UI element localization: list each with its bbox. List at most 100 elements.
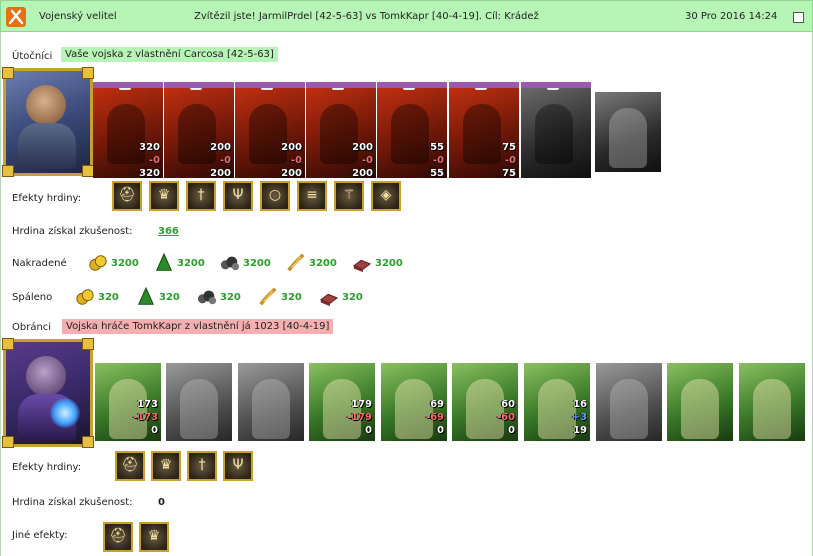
unit-count-n1: 320 (139, 142, 160, 153)
skull-icon (119, 88, 131, 90)
dark-knight-unit-icon[interactable] (521, 82, 591, 178)
attacker-hero-portrait[interactable] (2, 67, 94, 177)
unit-figure (107, 104, 145, 164)
unit-count-n2: +3 (571, 412, 587, 423)
stolen-value: 3200 (177, 258, 205, 269)
mask-effect-icon[interactable]: ⛑ (115, 451, 145, 481)
trident-glyph: Ψ (232, 187, 244, 203)
axe-effect-icon[interactable]: ♛ (151, 451, 181, 481)
unit-figure (610, 379, 648, 439)
fire-elemental-unit-icon[interactable]: 55 -0 55 (377, 82, 447, 178)
skull-icon (403, 88, 415, 90)
wood-icon (156, 253, 172, 271)
gold-icon (89, 255, 107, 271)
gold-icon (76, 289, 94, 305)
ring-effect-icon[interactable]: ○ (260, 181, 290, 211)
tower-unit-icon[interactable] (667, 363, 733, 441)
helm-glyph: ⛑ (109, 528, 127, 544)
stolen-value: 3200 (375, 258, 403, 269)
axe-glyph: ♛ (159, 457, 173, 473)
knight-unit-icon[interactable] (238, 363, 304, 441)
burned-value: 320 (220, 292, 241, 303)
treant-gray-unit-icon[interactable] (596, 363, 662, 441)
attacker-xp-value[interactable]: 366 (158, 226, 179, 237)
defender-hero-portrait[interactable] (2, 338, 94, 448)
helmet-effect-icon[interactable]: ⛑ (112, 181, 142, 211)
unit-count-n3: 0 (151, 425, 158, 436)
message-header[interactable]: Vojenský velitel Zvítězil jste! JarmilPr… (0, 0, 813, 32)
unit-count-n2: -0 (148, 155, 160, 166)
unit-count-n3: 0 (437, 425, 444, 436)
unit-count-n2: -0 (432, 155, 444, 166)
unit-figure (681, 379, 719, 439)
skull-icon (190, 88, 202, 90)
druid-unit-icon[interactable]: 16 +3 19 (524, 363, 590, 441)
unit-figure (180, 379, 218, 439)
staff-effect-icon[interactable]: ⚚ (334, 181, 364, 211)
sender: Vojenský velitel (39, 11, 117, 22)
ore-icon (197, 290, 217, 305)
dwarf-unit-icon[interactable]: 173 -173 0 (95, 363, 161, 441)
arrow-effect-icon[interactable]: † (187, 451, 217, 481)
bracelet-glyph: Ψ (232, 457, 244, 473)
skull-icon (547, 88, 559, 90)
stolen-value: 3200 (111, 258, 139, 269)
brick-icon (319, 293, 339, 307)
stolen-label: Nakradené (12, 258, 67, 269)
shield-effect-icon[interactable]: ◈ (371, 181, 401, 211)
dagger-effect-icon[interactable]: † (186, 181, 216, 211)
unit-count-n2: -0 (219, 155, 231, 166)
stolen-value: 3200 (309, 258, 337, 269)
battle-report: Útočníci Vaše vojska z vlastnění Carcosa… (0, 32, 813, 556)
wood-icon (138, 287, 154, 305)
scroll-glyph: ≡ (306, 187, 318, 203)
unit-count-n1: 69 (430, 399, 444, 410)
crown-effect-icon[interactable]: ♛ (149, 181, 179, 211)
burned-value: 320 (342, 292, 363, 303)
unit-figure (320, 104, 358, 164)
unit-count-n2: -69 (425, 412, 444, 423)
mask-glyph: ⛑ (121, 457, 139, 473)
bracelet-effect-icon[interactable]: Ψ (223, 451, 253, 481)
unit-figure (609, 108, 647, 168)
unit-count-n1: 173 (137, 399, 158, 410)
unit-count-n1: 60 (501, 399, 515, 410)
unit-figure (395, 379, 433, 439)
griffin-unit-icon[interactable]: 179 -179 0 (309, 363, 375, 441)
trident-effect-icon[interactable]: Ψ (223, 181, 253, 211)
berserker-unit-icon[interactable]: 75 -0 75 (449, 82, 519, 178)
grain-icon (259, 287, 277, 306)
unit-count-n3: 200 (281, 168, 302, 178)
fire-lord-unit-icon[interactable]: 200 -0 200 (164, 82, 234, 178)
defender-xp-label: Hrdina získal zkušenost: (12, 497, 133, 508)
defender-xp-value: 0 (158, 497, 165, 508)
tree-unit-icon[interactable] (739, 363, 805, 441)
unit-count-n1: 200 (281, 142, 302, 153)
demon-unit-icon[interactable]: 320 -0 320 (93, 82, 163, 178)
unit-count-n1: 55 (430, 142, 444, 153)
armor-effect-icon[interactable]: ♛ (139, 522, 169, 552)
select-checkbox[interactable] (793, 12, 804, 23)
scroll-effect-icon[interactable]: ≡ (297, 181, 327, 211)
ring-glyph: ○ (268, 187, 282, 203)
reaper-unit-icon[interactable] (595, 92, 661, 172)
burned-value: 320 (98, 292, 119, 303)
helm-effect-icon[interactable]: ⛑ (103, 522, 133, 552)
unit-count-n1: 16 (573, 399, 587, 410)
date: 30 Pro 2016 14:24 (685, 11, 778, 22)
dragon-unit-icon[interactable]: 200 -0 200 (306, 82, 376, 178)
burned-value: 320 (281, 292, 302, 303)
unit-count-n1: 200 (210, 142, 231, 153)
swordsman-unit-icon[interactable] (166, 363, 232, 441)
unit-count-n2: -0 (504, 155, 516, 166)
skull-icon (261, 88, 273, 90)
ore-icon (220, 256, 240, 271)
flame-beast-unit-icon[interactable]: 200 -0 200 (235, 82, 305, 178)
unit-count-n3: 320 (139, 168, 160, 178)
elf-warrior-unit-icon[interactable]: 60 -60 0 (452, 363, 518, 441)
defenders-tag: Vojska hráče TomkKapr z vlastnění já 102… (62, 319, 334, 334)
brick-icon (352, 259, 372, 273)
stolen-value: 3200 (243, 258, 271, 269)
archer-unit-icon[interactable]: 69 -69 0 (381, 363, 447, 441)
unit-count-n2: -173 (132, 412, 158, 423)
